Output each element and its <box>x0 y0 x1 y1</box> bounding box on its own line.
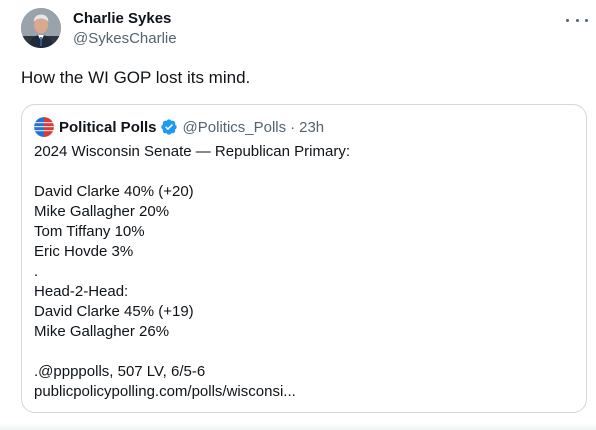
author-name[interactable]: Charlie Sykes <box>73 10 177 28</box>
tweet-text: How the WI GOP lost its mind. <box>21 68 251 87</box>
quoted-line: Mike Gallagher 20% <box>34 203 170 220</box>
quoted-line: Mike Gallagher 26% <box>34 323 170 340</box>
quoted-author-handle[interactable]: @Politics_Polls <box>183 119 287 136</box>
verified-badge-icon <box>160 119 177 135</box>
quoted-tweet[interactable]: Political Polls @Politics_Polls · 23h 20… <box>21 104 587 413</box>
quoted-tweet-header: Political Polls @Politics_Polls · 23h <box>34 117 324 137</box>
more-dot <box>566 18 569 22</box>
quoted-timestamp[interactable]: 23h <box>299 119 324 136</box>
more-dot <box>585 18 588 22</box>
quoted-link[interactable]: publicpolicypolling.com/polls/wisconsi..… <box>34 382 574 402</box>
quoted-line: Head-2-Head: <box>34 283 129 300</box>
author-avatar[interactable] <box>21 8 61 48</box>
quoted-line: . <box>34 263 39 280</box>
quoted-line: David Clarke 40% (+20) <box>34 183 194 200</box>
quoted-line <box>34 162 574 182</box>
separator-dot: · <box>290 118 296 136</box>
quoted-line: Eric Hovde 3% <box>34 243 134 260</box>
author-handle[interactable]: @SykesCharlie <box>73 29 177 49</box>
quoted-tweet-body: 2024 Wisconsin Senate — Republican Prima… <box>34 142 574 402</box>
quoted-author-name[interactable]: Political Polls <box>59 119 157 136</box>
quoted-line: .@ppppolls, 507 LV, 6/5-6 <box>34 363 206 380</box>
quoted-line: 2024 Wisconsin Senate — Republican Prima… <box>34 143 350 160</box>
more-icon[interactable] <box>566 10 588 30</box>
more-dot <box>575 18 579 22</box>
quoted-line: David Clarke 45% (+19) <box>34 303 194 320</box>
divider <box>0 424 596 430</box>
quoted-line <box>34 342 574 362</box>
author-info: Charlie Sykes @SykesCharlie <box>73 10 177 49</box>
tweet[interactable]: Charlie Sykes @SykesCharlie How the WI G… <box>0 0 596 430</box>
quoted-author-avatar[interactable] <box>34 117 54 137</box>
quoted-line: Tom Tiffany 10% <box>34 223 145 240</box>
